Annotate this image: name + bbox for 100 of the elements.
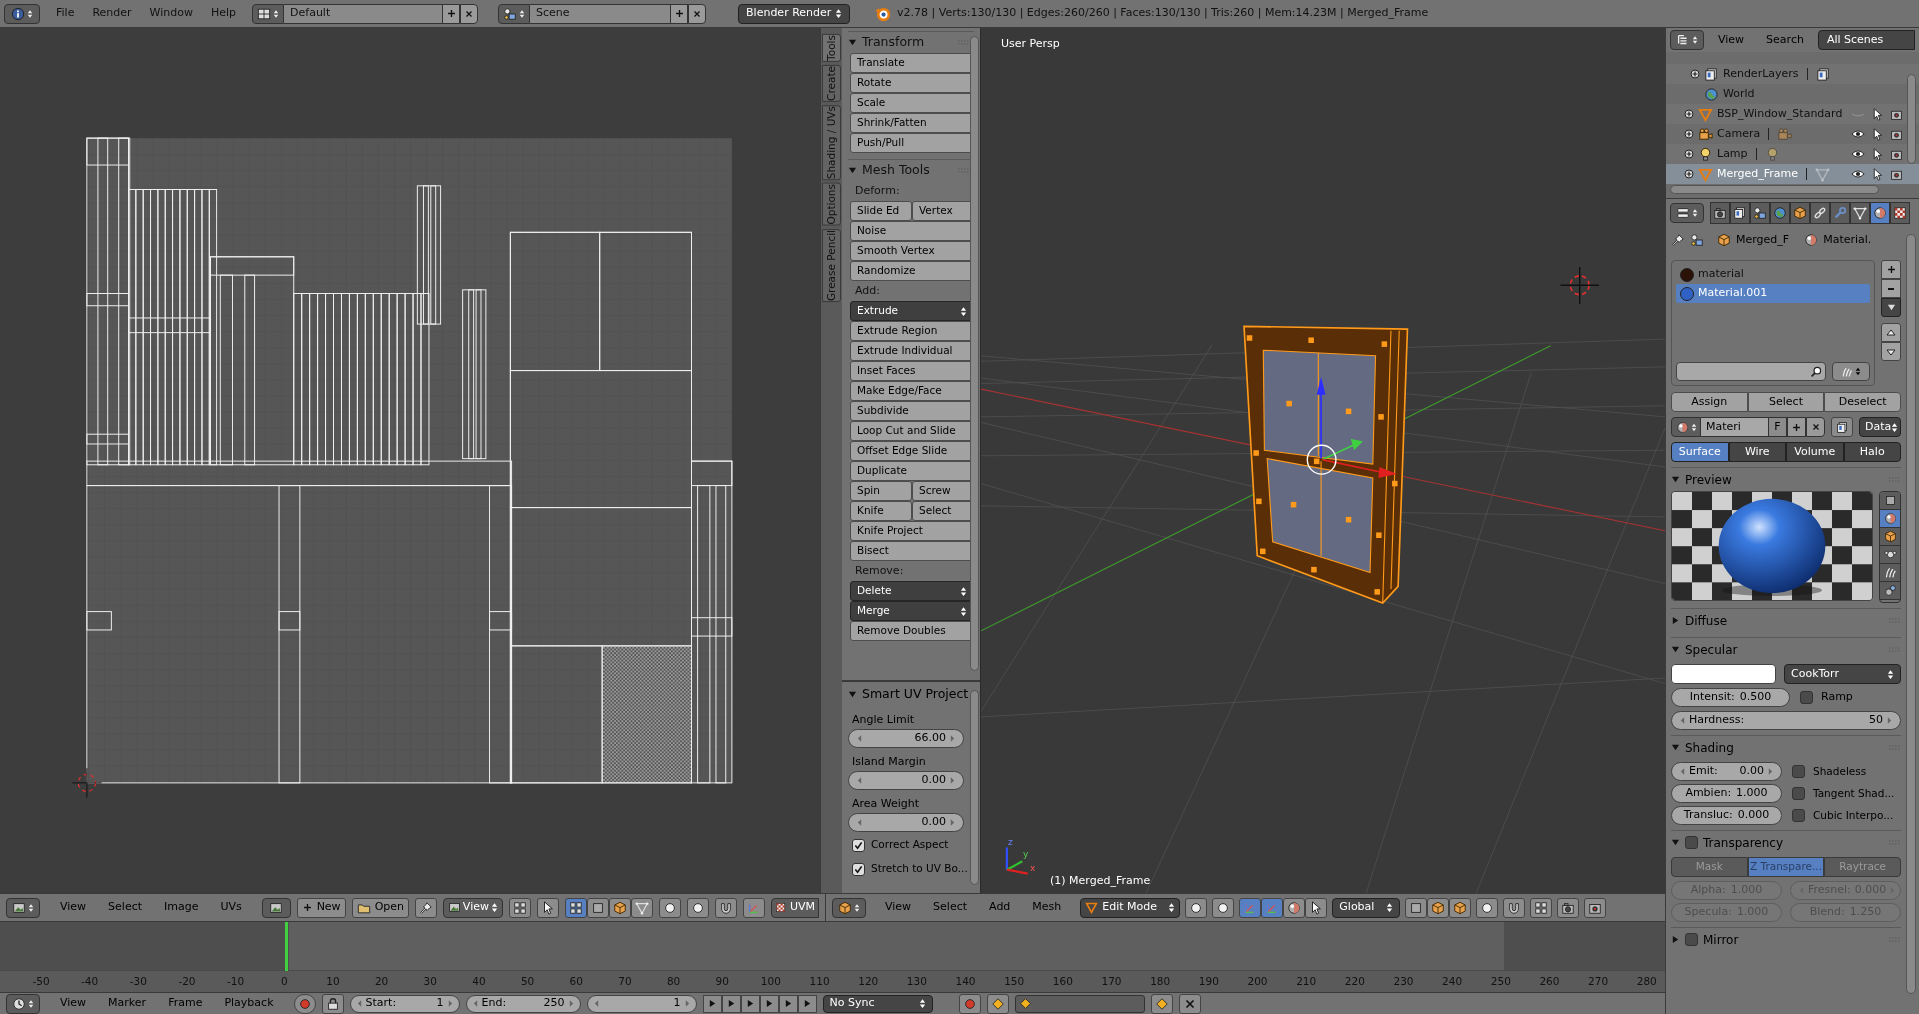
material-slot[interactable]: Material.001 bbox=[1676, 284, 1870, 303]
side-tab[interactable]: Tools bbox=[822, 34, 841, 62]
field-label: Angle Limit bbox=[851, 711, 916, 728]
menu-item[interactable]: Search bbox=[1758, 31, 1812, 49]
new-image-button[interactable]: New bbox=[296, 897, 346, 918]
view-mode-dropdown[interactable]: View bbox=[443, 897, 503, 918]
menu-item[interactable]: View bbox=[60, 995, 87, 1012]
checkbox-label: Shadeless bbox=[1813, 763, 1867, 779]
slot-action-button[interactable]: Deselect bbox=[1824, 392, 1901, 412]
slot-action-button[interactable]: Assign bbox=[1671, 392, 1748, 412]
tick-label: 190 bbox=[1198, 974, 1219, 989]
tick-label: 130 bbox=[906, 974, 927, 989]
sync-dropdown[interactable]: No Sync bbox=[822, 994, 933, 1013]
menu-item[interactable]: Marker bbox=[108, 995, 147, 1012]
number-field[interactable]: Ambien: 1.000 bbox=[1671, 784, 1782, 803]
mode-dropdown[interactable]: Edit Mode bbox=[1080, 897, 1181, 918]
material-type-tab[interactable]: Wire bbox=[1728, 442, 1786, 462]
checkbox-label: Correct Aspect bbox=[871, 837, 949, 853]
object-info-label: (1) Merged_Frame bbox=[1050, 873, 1151, 889]
render-engine-dropdown[interactable]: Blender Render bbox=[738, 3, 851, 24]
field-label: Area Weight bbox=[851, 795, 921, 812]
menu-item[interactable]: View bbox=[1710, 31, 1753, 49]
number-field[interactable]: Intensit: 0.500 bbox=[1671, 687, 1790, 707]
menu-item[interactable]: File bbox=[56, 5, 75, 22]
tick-label: 260 bbox=[1539, 974, 1560, 989]
scene-field[interactable]: Scene bbox=[530, 3, 671, 24]
axis-label: x bbox=[1030, 862, 1036, 875]
menu-item[interactable]: Frame bbox=[168, 995, 203, 1012]
tick-label: 50 bbox=[520, 974, 535, 989]
tick-label: 160 bbox=[1052, 974, 1073, 989]
tick-label: 70 bbox=[618, 974, 632, 989]
tree-item[interactable]: Lamp bbox=[1717, 145, 1748, 163]
slot-action-button[interactable]: Select bbox=[1747, 392, 1825, 412]
menu-item[interactable]: Render bbox=[92, 5, 132, 22]
tick-label: -50 bbox=[32, 974, 50, 989]
tick-label: -40 bbox=[81, 974, 99, 989]
tick-label: 140 bbox=[955, 974, 976, 989]
view-name-label: User Persp bbox=[1001, 36, 1060, 52]
screen-layout-field[interactable]: Default bbox=[284, 3, 443, 24]
tick-label: 220 bbox=[1344, 974, 1365, 989]
panel-title: Specular bbox=[1685, 641, 1738, 659]
tick-label: 270 bbox=[1588, 974, 1609, 989]
menu-item[interactable]: View bbox=[885, 899, 912, 916]
menu-item[interactable]: Select bbox=[933, 899, 968, 916]
material-name-field[interactable]: Materi bbox=[1701, 417, 1768, 437]
tick-label: 200 bbox=[1247, 974, 1268, 989]
menu-item[interactable]: Help bbox=[210, 5, 237, 22]
tick-label: 280 bbox=[1636, 974, 1657, 989]
axis-label: z bbox=[1008, 836, 1013, 849]
menu-item[interactable]: Select bbox=[108, 899, 143, 916]
material-type-tab[interactable]: Surface bbox=[1671, 442, 1729, 462]
tick-label: 100 bbox=[760, 974, 781, 989]
menu-item[interactable]: Add bbox=[989, 899, 1011, 916]
tick-label: 110 bbox=[809, 974, 830, 989]
link-dropdown[interactable]: Data bbox=[1859, 417, 1901, 437]
open-image-button[interactable]: Open bbox=[351, 897, 409, 918]
tool-button[interactable]: Knife bbox=[850, 501, 912, 521]
tick-label: 20 bbox=[374, 974, 389, 989]
tick-label: 120 bbox=[858, 974, 879, 989]
checkbox-label: Tangent Shad... bbox=[1813, 785, 1895, 801]
tree-item[interactable]: Camera bbox=[1717, 125, 1761, 143]
menu-item[interactable]: Image bbox=[164, 899, 199, 916]
menu-item[interactable]: Playback bbox=[224, 995, 274, 1012]
menu-item[interactable]: Mesh bbox=[1032, 899, 1062, 916]
tick-label: 170 bbox=[1101, 974, 1122, 989]
tree-item[interactable]: World bbox=[1723, 85, 1755, 103]
material-type-tab[interactable]: Volume bbox=[1786, 442, 1844, 462]
tick-label: 90 bbox=[715, 974, 729, 989]
panel-title: Transform bbox=[862, 33, 925, 52]
uv-map-field[interactable]: UVM bbox=[770, 897, 819, 918]
field-label: Island Margin bbox=[851, 753, 927, 770]
menu-item[interactable]: Window bbox=[149, 5, 193, 22]
menu-item[interactable]: View bbox=[60, 899, 87, 916]
tick-label: 150 bbox=[1004, 974, 1025, 989]
panel-title: Diffuse bbox=[1685, 612, 1728, 630]
filter-dropdown[interactable]: All Scenes bbox=[1817, 30, 1915, 50]
tick-label: 30 bbox=[423, 974, 437, 989]
shader-dropdown[interactable]: CookTorr bbox=[1784, 664, 1901, 684]
tick-label: 210 bbox=[1296, 974, 1317, 989]
fake-user-button[interactable]: F bbox=[1768, 417, 1787, 437]
orientation-dropdown[interactable]: Global bbox=[1332, 897, 1401, 918]
breadcrumb-item: Merged_F bbox=[1736, 231, 1790, 248]
tick-label: 250 bbox=[1490, 974, 1511, 989]
material-type-tab[interactable]: Halo bbox=[1843, 442, 1901, 462]
tick-label: 240 bbox=[1442, 974, 1463, 989]
material-slot[interactable]: material bbox=[1676, 265, 1870, 284]
tick-label: 230 bbox=[1393, 974, 1414, 989]
panel-title: Mesh Tools bbox=[862, 161, 930, 180]
checkbox-label: Stretch to UV Bo... bbox=[871, 861, 968, 877]
axis-label: y bbox=[1023, 848, 1029, 861]
tick-label: 60 bbox=[569, 974, 583, 989]
section-label: Remove: bbox=[854, 562, 905, 579]
tool-button[interactable]: Slide Ed bbox=[850, 201, 912, 221]
checkbox-label: Cubic Interpo... bbox=[1813, 807, 1894, 823]
section-label: Deform: bbox=[854, 182, 901, 199]
tick-label: 180 bbox=[1150, 974, 1171, 989]
menu-item[interactable]: UVs bbox=[220, 899, 242, 916]
number-field[interactable]: Transluc: 0.000 bbox=[1671, 806, 1782, 825]
tool-button[interactable]: Spin bbox=[850, 481, 912, 501]
tick-label: 0 bbox=[280, 974, 288, 989]
